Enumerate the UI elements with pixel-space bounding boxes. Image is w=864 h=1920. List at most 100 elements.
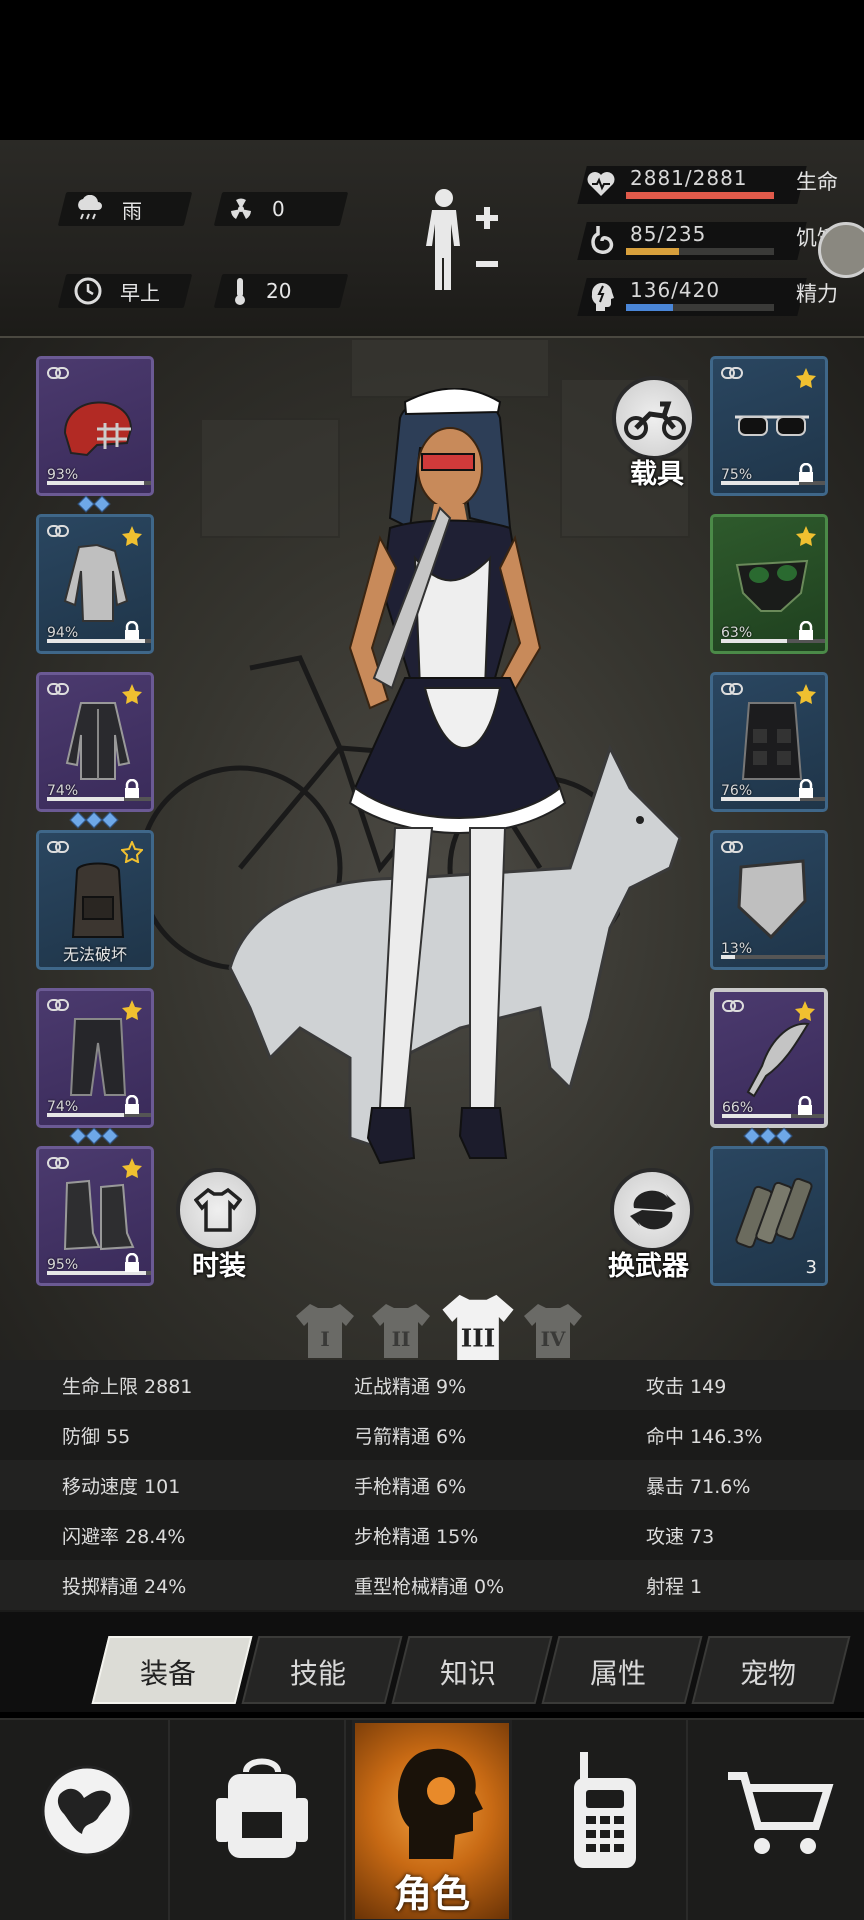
diamond — [101, 811, 119, 829]
switch-weapon-button[interactable] — [610, 1168, 694, 1252]
outfit-4-icon[interactable]: IV — [522, 1302, 584, 1360]
diamond — [759, 1127, 777, 1145]
diamond — [85, 1127, 103, 1145]
hunger-fill — [626, 248, 680, 255]
stat-rifle-mastery: 步枪精通 15% — [354, 1526, 479, 1548]
motorcycle-icon — [624, 401, 686, 440]
radiation-icon — [231, 198, 251, 219]
lock-icon — [125, 1095, 139, 1114]
body-status-button[interactable] — [418, 186, 502, 296]
stat-attack: 攻击 149 — [646, 1376, 727, 1398]
hunger-value: 85/235 — [630, 222, 707, 246]
radiation-indicator: 0 — [228, 192, 285, 226]
outfit-2-icon[interactable]: II — [370, 1302, 432, 1360]
brain-lightning-icon — [591, 282, 614, 311]
durability-bar — [721, 955, 825, 959]
diamond — [743, 1127, 761, 1145]
jacket-upgrade-diamonds — [69, 811, 119, 829]
time-of-day-text: 早上 — [120, 280, 160, 305]
stat-bow-mastery: 弓箭精通 6% — [354, 1426, 467, 1448]
bottom-nav: 角色 — [0, 1718, 864, 1920]
nav-character[interactable]: 角色 — [352, 1720, 512, 1920]
health-label: 生命 — [796, 170, 838, 194]
health-fill — [626, 192, 774, 199]
link-icon — [47, 999, 69, 1011]
lock-icon — [125, 1253, 139, 1272]
stat-melee-mastery: 近战精通 9% — [354, 1376, 467, 1398]
slot-pants[interactable]: 74% — [36, 988, 154, 1128]
item-count: 3 — [805, 1257, 817, 1278]
slot-shield[interactable]: 13% — [710, 830, 828, 970]
helmet-upgrade-diamonds — [77, 495, 111, 513]
dynamite-icon — [735, 1177, 813, 1249]
slot-shirt[interactable]: 94% — [36, 514, 154, 654]
long-sleeve-shirt-icon — [63, 543, 129, 622]
diamond — [775, 1127, 793, 1145]
slot-vest[interactable]: 76% — [710, 672, 828, 812]
pants-upgrade-diamonds — [69, 1127, 119, 1145]
lock-icon — [799, 779, 813, 798]
energy-value: 136/420 — [630, 278, 721, 302]
diamond — [93, 495, 111, 513]
nav-inventory[interactable] — [176, 1720, 346, 1920]
link-icon — [721, 683, 743, 695]
body-figure-icon — [426, 189, 498, 290]
stat-attack-speed: 攻速 73 — [646, 1526, 715, 1548]
outfit-3-numeral: III — [461, 1323, 495, 1352]
stat-max-hp: 生命上限 2881 — [62, 1376, 193, 1398]
sunglasses-icon — [735, 415, 809, 436]
shopping-cart-icon — [728, 1772, 834, 1854]
shield-icon — [737, 859, 807, 939]
slot-jacket[interactable]: 74% — [36, 672, 154, 812]
nav-radio[interactable] — [518, 1720, 688, 1920]
head-profile-icon — [398, 1748, 483, 1859]
stats-row: 闪避率 28.4% 步枪精通 15% 攻速 73 — [0, 1510, 864, 1560]
health-value: 2881/2881 — [630, 166, 748, 190]
stat-range: 射程 1 — [646, 1576, 703, 1598]
gas-mask-icon — [735, 559, 809, 612]
globe-icon — [41, 1765, 133, 1857]
slot-boots[interactable]: 95% — [36, 1146, 154, 1286]
temperature-value: 20 — [266, 279, 292, 303]
slot-helmet[interactable]: 93% — [36, 356, 154, 496]
lock-icon — [125, 779, 139, 798]
character-portrait — [348, 388, 567, 1165]
backpack-icon — [71, 862, 125, 938]
lock-icon — [798, 1096, 812, 1115]
tab-equipment-label: 装备 — [139, 1657, 196, 1690]
football-helmet-icon — [63, 401, 133, 457]
stats-row: 生命上限 2881 近战精通 9% 攻击 149 — [0, 1360, 864, 1410]
diamond — [69, 1127, 87, 1145]
link-icon — [47, 841, 69, 853]
nav-shop[interactable] — [694, 1720, 864, 1920]
unbreakable-text: 无法破坏 — [62, 945, 127, 964]
nav-map[interactable] — [0, 1720, 170, 1920]
machete-icon — [746, 1022, 810, 1098]
energy-fill — [626, 304, 674, 311]
vehicle-button[interactable] — [612, 376, 696, 460]
slot-backpack[interactable]: 无法破坏 — [36, 830, 154, 970]
status-panel: 雨 0 早上 20 2881/2881 生命 85/235 饥饿 136/420 — [0, 140, 864, 338]
link-icon — [47, 367, 69, 379]
lock-icon — [799, 621, 813, 640]
stat-dodge: 闪避率 28.4% — [62, 1526, 186, 1548]
stat-pistol-mastery: 手枪精通 6% — [354, 1476, 467, 1498]
slot-throwable[interactable]: 3 — [710, 1146, 828, 1286]
thermometer-icon — [235, 278, 245, 305]
diamond — [85, 811, 103, 829]
outfit-3-icon-selected[interactable]: III — [440, 1292, 516, 1364]
tab-knowledge-label: 知识 — [439, 1657, 496, 1690]
link-icon — [722, 1000, 744, 1012]
rain-icon — [78, 195, 102, 220]
fashion-button[interactable] — [176, 1168, 260, 1252]
slot-weapon[interactable]: 66% — [710, 988, 828, 1128]
durability-bar — [47, 481, 151, 485]
tactical-vest-icon — [741, 702, 803, 780]
lock-icon — [125, 621, 139, 640]
vehicle-label: 载具 — [630, 459, 684, 490]
stats-row: 移动速度 101 手枪精通 6% 暴击 71.6% — [0, 1460, 864, 1510]
slot-glasses[interactable]: 75% — [710, 356, 828, 496]
outfit-1-icon[interactable]: I — [294, 1302, 356, 1360]
slot-mask[interactable]: 63% — [710, 514, 828, 654]
stat-crit: 暴击 71.6% — [646, 1476, 751, 1498]
